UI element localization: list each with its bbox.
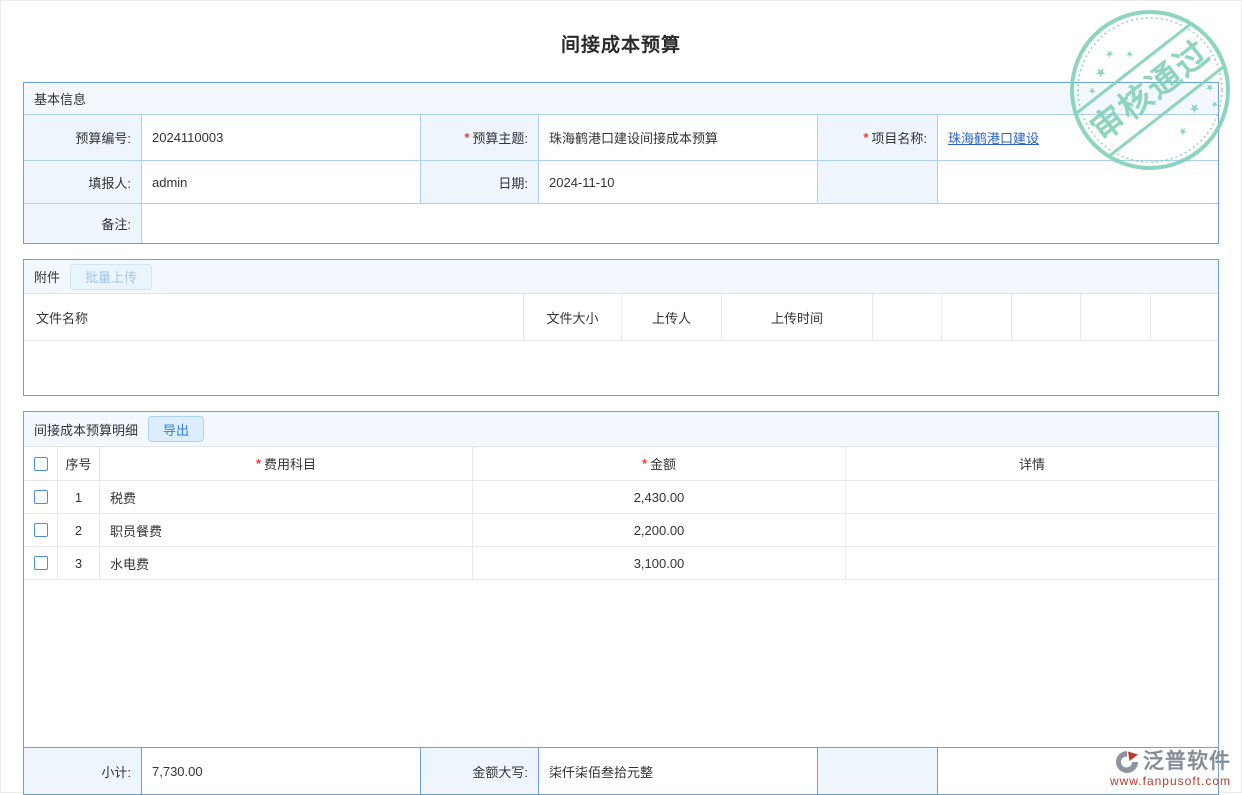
required-asterisk: *	[863, 130, 868, 145]
col-upload-time: 上传时间	[722, 294, 873, 340]
subject-label: * 预算主题:	[421, 115, 539, 160]
attachments-table-header: 文件名称 文件大小 上传人 上传时间	[24, 294, 1218, 341]
seq-cell: 3	[58, 547, 100, 579]
select-all-cell	[24, 447, 58, 480]
subject-cell: 税费	[100, 481, 473, 513]
filler-value: admin	[142, 161, 421, 203]
project-link[interactable]: 珠海鹤港口建设	[948, 128, 1039, 147]
attachment-header-empty-cell	[1081, 294, 1151, 340]
col-file-name: 文件名称	[24, 294, 524, 340]
col-info: 详情	[846, 447, 1218, 480]
empty-label-cell	[818, 161, 938, 203]
basic-info-header: 基本信息	[24, 83, 1218, 115]
select-all-checkbox[interactable]	[34, 457, 48, 471]
required-asterisk: *	[464, 130, 469, 145]
fanpu-logo: 泛普软件 www.fanpusoft.com	[1110, 750, 1231, 788]
detail-table-footer: 小计: 7,730.00 金额大写: 柒仟柒佰叁拾元整	[24, 747, 1218, 794]
basic-info-title: 基本信息	[34, 89, 86, 108]
page: 间接成本预算 审核通过 ★ ★ ★ ★ ★ ★ ★ ★ 基本信息 预算编号:	[0, 0, 1242, 793]
project-label: * 项目名称:	[818, 115, 938, 160]
fanpu-logo-text: 泛普软件	[1143, 750, 1231, 773]
date-label: 日期:	[421, 161, 539, 203]
table-row: 1 税费 2,430.00	[24, 481, 1218, 514]
detail-empty-space	[24, 580, 1218, 747]
attachment-header-empty-cell	[1151, 294, 1218, 340]
subject-cell: 水电费	[100, 547, 473, 579]
budget-no-value: 2024110003	[142, 115, 421, 160]
filler-label: 填报人:	[24, 161, 142, 203]
subtotal-value: 7,730.00	[142, 748, 421, 794]
checkbox-cell	[24, 547, 58, 579]
amount-cell: 2,430.00	[473, 481, 846, 513]
attachments-title: 附件	[34, 267, 60, 286]
attachments-header: 附件 批量上传	[24, 260, 1218, 294]
batch-upload-button[interactable]: 批量上传	[70, 264, 152, 290]
subject-cell: 职员餐费	[100, 514, 473, 546]
export-button[interactable]: 导出	[148, 416, 204, 442]
svg-text:★: ★	[1091, 63, 1109, 82]
detail-section: 间接成本预算明细 导出 序号 * 费用科目 * 金额 详情 1 税费 2	[23, 411, 1219, 795]
attachments-section: 附件 批量上传 文件名称 文件大小 上传人 上传时间	[23, 259, 1219, 396]
attachment-header-empty-cell	[942, 294, 1012, 340]
row-checkbox[interactable]	[34, 556, 48, 570]
table-row: 3 水电费 3,100.00	[24, 547, 1218, 580]
table-row: 2 职员餐费 2,200.00	[24, 514, 1218, 547]
col-seq: 序号	[58, 447, 100, 480]
checkbox-cell	[24, 514, 58, 546]
required-asterisk: *	[642, 456, 647, 471]
attachment-header-empty-cell	[873, 294, 942, 340]
empty-value-cell	[938, 161, 1218, 203]
col-file-size: 文件大小	[524, 294, 622, 340]
seq-cell: 2	[58, 514, 100, 546]
info-cell	[846, 481, 1218, 513]
checkbox-cell	[24, 481, 58, 513]
fanpu-logo-icon	[1115, 750, 1139, 774]
footer-empty-label-cell	[818, 748, 938, 794]
basic-info-section: 基本信息 预算编号: 2024110003 * 预算主题: 珠海鹤港口建设间接成…	[23, 82, 1219, 244]
row-checkbox[interactable]	[34, 490, 48, 504]
row-checkbox[interactable]	[34, 523, 48, 537]
amount-words-label: 金额大写:	[421, 748, 539, 794]
basic-info-row-1: 预算编号: 2024110003 * 预算主题: 珠海鹤港口建设间接成本预算 *…	[24, 115, 1218, 160]
info-cell	[846, 547, 1218, 579]
required-asterisk: *	[256, 456, 261, 471]
info-cell	[846, 514, 1218, 546]
col-amount: * 金额	[473, 447, 846, 480]
date-value: 2024-11-10	[539, 161, 818, 203]
amount-words-value: 柒仟柒佰叁拾元整	[539, 748, 818, 794]
col-uploader: 上传人	[622, 294, 722, 340]
basic-info-row-3: 备注:	[24, 203, 1218, 243]
attachments-empty-body	[24, 341, 1218, 395]
remark-value	[142, 204, 1218, 243]
seq-cell: 1	[58, 481, 100, 513]
attachment-header-empty-cell	[1012, 294, 1081, 340]
amount-cell: 3,100.00	[473, 547, 846, 579]
project-value: 珠海鹤港口建设	[938, 115, 1218, 160]
page-title: 间接成本预算	[23, 30, 1219, 57]
subtotal-label: 小计:	[24, 748, 142, 794]
remark-label: 备注:	[24, 204, 142, 243]
amount-cell: 2,200.00	[473, 514, 846, 546]
detail-table-header: 序号 * 费用科目 * 金额 详情	[24, 447, 1218, 481]
col-subject: * 费用科目	[100, 447, 473, 480]
basic-info-row-2: 填报人: admin 日期: 2024-11-10	[24, 160, 1218, 203]
fanpu-logo-url: www.fanpusoft.com	[1110, 775, 1231, 788]
subject-value: 珠海鹤港口建设间接成本预算	[539, 115, 818, 160]
budget-no-label: 预算编号:	[24, 115, 142, 160]
detail-header: 间接成本预算明细 导出	[24, 412, 1218, 447]
detail-title: 间接成本预算明细	[34, 420, 138, 439]
